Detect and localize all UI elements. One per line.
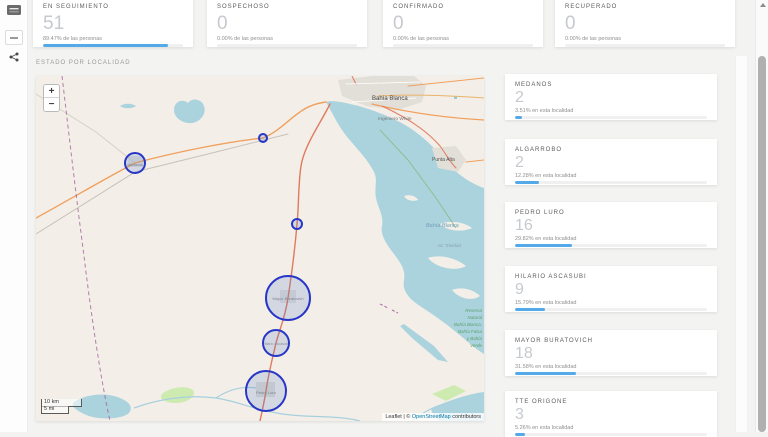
app-menu-icon[interactable]	[0, 5, 28, 15]
progress-track	[515, 433, 707, 436]
map-label-bay: Bahía Blanca	[426, 223, 459, 229]
map-circle-origone[interactable]	[292, 219, 302, 229]
locality-label: PEDRO LURO	[515, 210, 707, 216]
svg-text:y Bahía: y Bahía	[466, 336, 483, 341]
locality-value: 18	[515, 346, 707, 362]
progress-track	[217, 44, 357, 47]
scale-mi: 5 mi	[41, 406, 69, 414]
locality-label: HILARIO ASCASUBI	[515, 274, 707, 280]
stat-card-value: 51	[43, 14, 183, 33]
locality-label: ALGARROBO	[515, 147, 707, 153]
progress-track	[43, 44, 183, 47]
progress-fill	[515, 116, 522, 119]
map-label-island: Isl. Trinidad	[438, 243, 461, 248]
left-icon-rail	[0, 0, 28, 432]
locality-label: MEDANOS	[515, 82, 707, 88]
locality-subtext: 3.51% en esta localidad	[515, 108, 707, 114]
locality-value: 2	[515, 90, 707, 106]
stat-card-subtext: 89.47% de las personas	[43, 36, 183, 42]
progress-fill	[515, 244, 572, 247]
locality-subtext: 15.79% en esta localidad	[515, 300, 707, 306]
stat-card-recuperado: RECUPERADO 0 0.00% de las personas	[555, 0, 735, 47]
locality-card-pedro-luro: PEDRO LURO 16 29.82% en esta localidad	[505, 202, 717, 248]
locality-value: 3	[515, 407, 707, 423]
page-scrollbar-thumb[interactable]	[758, 56, 766, 432]
stat-card-label: SOSPECHOSO	[217, 4, 357, 10]
progress-fill	[515, 308, 545, 311]
stat-card-subtext: 0.00% de las personas	[217, 36, 357, 42]
progress-track	[515, 244, 707, 247]
locality-label: TTE ORIGONE	[515, 399, 707, 405]
locality-subtext: 29.82% en esta localidad	[515, 236, 707, 242]
locality-subtext: 12.28% en esta localidad	[515, 173, 707, 179]
attribution-text: Leaflet | ©	[385, 414, 412, 420]
map-circle-pedro-luro[interactable]	[246, 371, 286, 411]
map-canvas: Bahía Blanca Ingeniero White Punta Alta …	[36, 76, 484, 421]
locality-subtext: 31.58% en esta localidad	[515, 364, 707, 370]
map-circle-algarrobo[interactable]	[259, 134, 267, 142]
stat-card-value: 0	[217, 14, 357, 33]
locality-label: MAYOR BURATOVICH	[515, 338, 707, 344]
stat-card-label: CONFIRMADO	[393, 4, 533, 10]
attribution-text: contributors	[451, 414, 481, 420]
progress-track	[515, 116, 707, 119]
locality-card-hilario-ascasubi: HILARIO ASCASUBI 9 15.79% en esta locali…	[505, 266, 717, 312]
locality-card-tte-origone: TTE ORIGONE 3 5.26% en esta localidad	[505, 391, 717, 437]
map-label-city: Bahía Blanca	[372, 96, 408, 102]
progress-fill	[43, 44, 168, 47]
locality-card-medanos: MEDANOS 2 3.51% en esta localidad	[505, 74, 717, 120]
locality-list-scroll-track[interactable]	[735, 56, 748, 432]
stat-card-subtext: 0.00% de las personas	[393, 36, 533, 42]
progress-track	[565, 44, 725, 47]
progress-track	[515, 308, 707, 311]
stat-card-en-seguimiento: EN SEGUIMIENTO 51 89.47% de las personas	[33, 0, 193, 47]
locality-value: 2	[515, 155, 707, 171]
openstreetmap-link[interactable]: OpenStreetMap	[412, 414, 451, 420]
locality-value: 16	[515, 218, 707, 234]
progress-track	[393, 44, 533, 47]
stat-card-label: EN SEGUIMIENTO	[43, 4, 183, 10]
stat-card-value: 0	[565, 14, 725, 33]
share-button[interactable]	[0, 52, 28, 62]
progress-track	[515, 372, 707, 375]
stat-card-label: RECUPERADO	[565, 4, 725, 10]
section-title: ESTADO POR LOCALIDAD	[36, 60, 131, 66]
minus-icon	[5, 30, 23, 45]
zoom-in-button[interactable]: +	[44, 85, 59, 98]
scroll-up-arrow-icon[interactable]	[760, 3, 766, 7]
collapse-panel-button[interactable]	[0, 30, 28, 45]
locality-card-algarrobo: ALGARROBO 2 12.28% en esta localidad	[505, 139, 717, 185]
svg-text:Reserva: Reserva	[465, 308, 482, 313]
locality-card-mayor-buratovich: MAYOR BURATOVICH 18 31.58% en esta local…	[505, 330, 717, 376]
stat-card-subtext: 0.00% de las personas	[565, 36, 725, 42]
stat-card-sospechoso: SOSPECHOSO 0 0.00% de las personas	[207, 0, 367, 47]
progress-track	[515, 181, 707, 184]
locality-subtext: 5.26% en esta localidad	[515, 425, 707, 431]
zoom-out-button[interactable]: −	[44, 98, 59, 111]
stat-card-confirmado: CONFIRMADO 0 0.00% de las personas	[383, 0, 543, 47]
share-icon	[9, 52, 19, 62]
svg-text:Natural: Natural	[467, 315, 483, 320]
svg-text:Bahía Falsa: Bahía Falsa	[458, 329, 483, 334]
stat-card-value: 0	[393, 14, 533, 33]
map-circle-medanos[interactable]	[125, 153, 145, 173]
map-circle-buratovich[interactable]	[266, 276, 310, 320]
svg-text:Verde: Verde	[470, 343, 482, 348]
map-scale-control: 10 km 5 mi	[41, 399, 82, 414]
progress-fill	[515, 372, 576, 375]
server-icon	[7, 5, 21, 15]
map-zoom-control: + −	[43, 84, 60, 112]
map-circle-ascasubi[interactable]	[263, 330, 289, 356]
map-attribution: Leaflet | © OpenStreetMap contributors	[382, 413, 484, 421]
page-scrollbar[interactable]	[755, 0, 768, 432]
map-label-port: Ingeniero White	[378, 116, 412, 122]
locality-value: 9	[515, 282, 707, 298]
leaflet-map[interactable]: Bahía Blanca Ingeniero White Punta Alta …	[36, 76, 484, 421]
svg-text:Bahía Blanca,: Bahía Blanca,	[454, 322, 482, 327]
map-label-punta-alta: Punta Alta	[432, 157, 455, 163]
progress-fill	[515, 433, 525, 436]
progress-fill	[515, 181, 539, 184]
